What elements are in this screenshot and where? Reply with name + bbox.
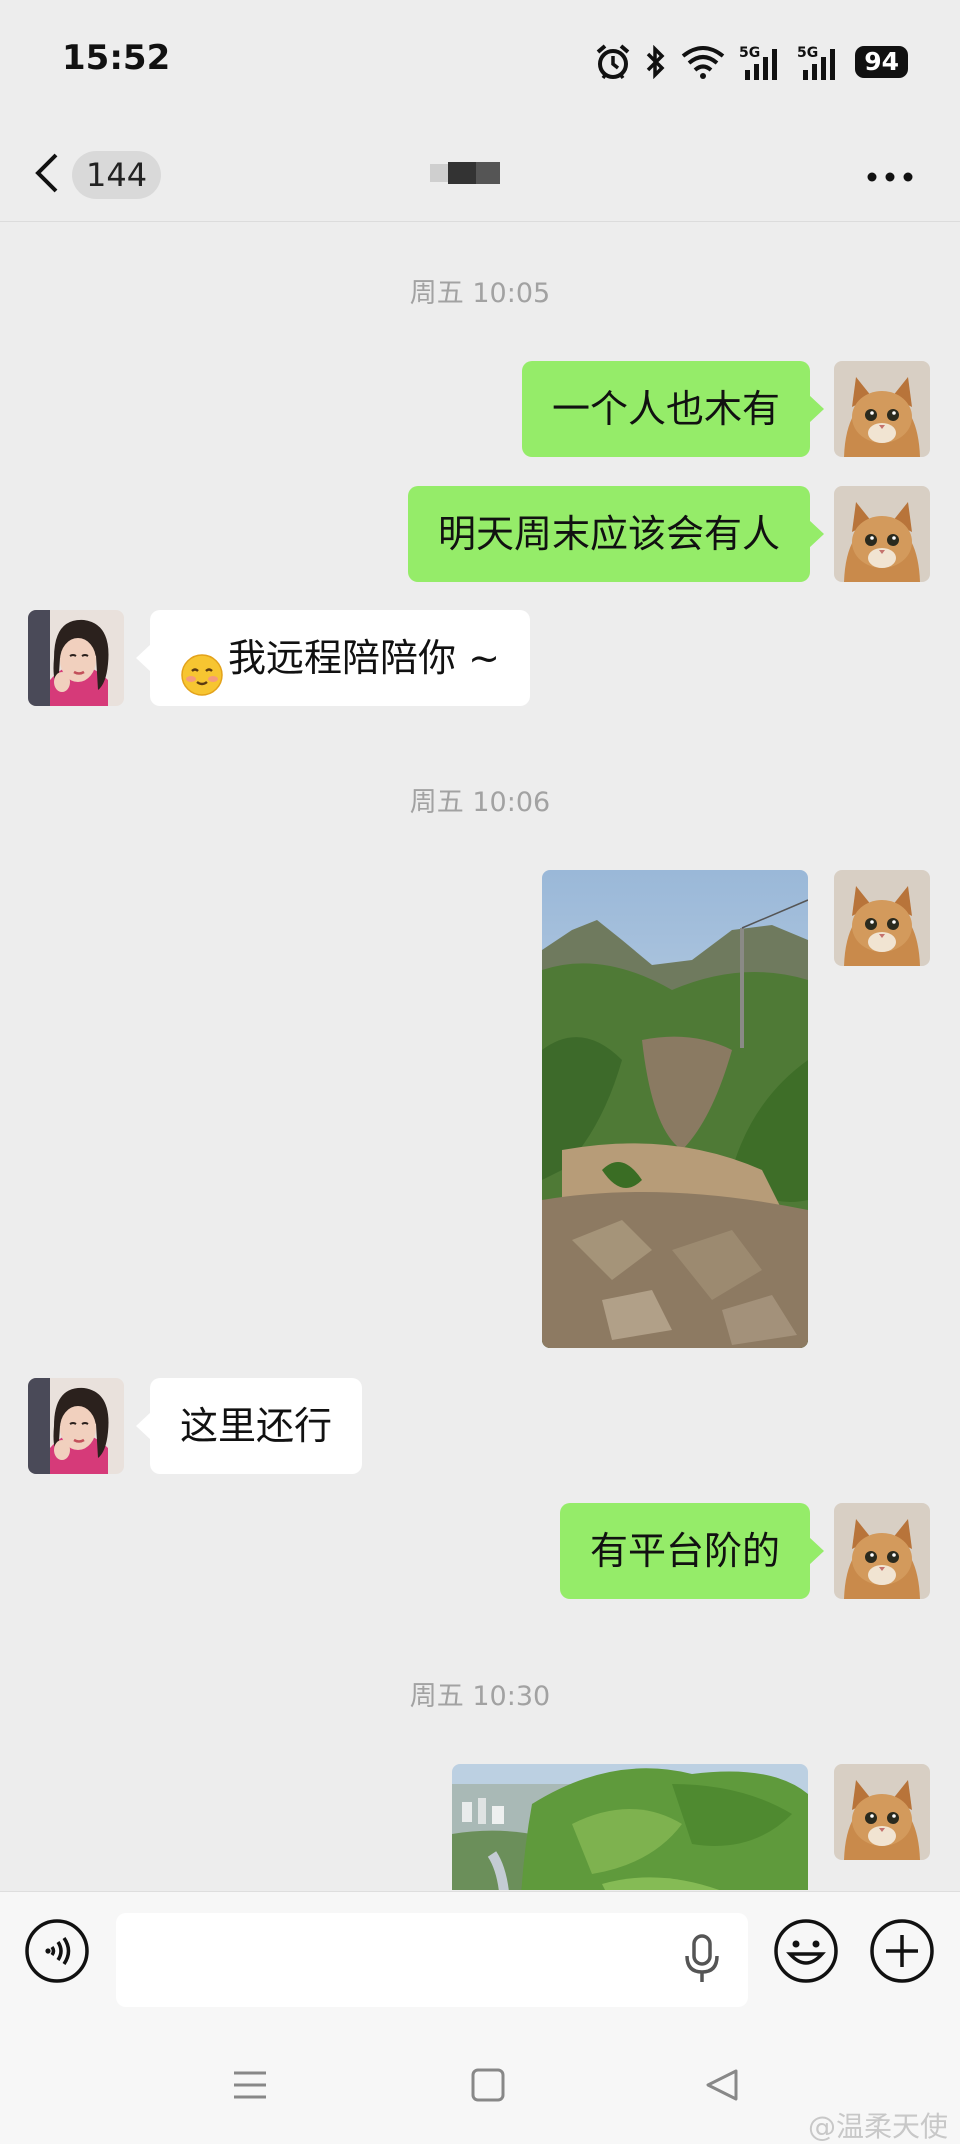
cat-avatar-icon — [834, 1503, 930, 1599]
menu-icon — [232, 2069, 268, 2105]
timestamp: 周五 10:05 — [409, 278, 551, 309]
nav-back-button[interactable] — [700, 2065, 744, 2109]
avatar-me[interactable] — [834, 870, 930, 966]
woman-avatar-icon — [28, 610, 124, 706]
avatar-me[interactable] — [834, 486, 930, 582]
signal-icon: 5G — [797, 44, 841, 80]
chevron-left-icon — [34, 151, 60, 199]
status-time: 15:52 — [62, 38, 171, 78]
cat-avatar-icon — [834, 870, 930, 966]
bluetooth-icon — [645, 45, 667, 79]
message-bubble-them[interactable]: 这里还行 — [135, 1378, 363, 1474]
more-functions-button[interactable] — [869, 1918, 935, 1988]
message-bubble-me[interactable]: 明天周末应该会有人 — [407, 486, 825, 582]
avatar-me[interactable] — [834, 1503, 930, 1599]
voice-mode-button[interactable] — [24, 1918, 90, 1988]
cat-avatar-icon — [834, 486, 930, 582]
network2-label: 5G — [797, 45, 818, 61]
message-bubble-me[interactable]: 有平台阶的 — [559, 1503, 825, 1599]
message-bubble-me[interactable]: 一个人也木有 — [521, 361, 825, 457]
timestamp: 周五 10:06 — [409, 787, 551, 818]
emoji-button[interactable] — [773, 1918, 839, 1988]
blushing-smile-emoji-icon — [180, 636, 224, 696]
voice-wave-icon — [24, 1918, 90, 1988]
back-triangle-icon — [704, 2067, 740, 2107]
message-bubble-them[interactable]: 我远程陪陪你 ~ — [136, 610, 530, 706]
chat-header: 144 — [0, 130, 960, 222]
home-square-icon — [470, 2067, 506, 2107]
avatar-contact[interactable] — [28, 610, 124, 706]
image-message-mountain-trail[interactable] — [542, 870, 808, 1348]
smiley-icon — [773, 1918, 839, 1988]
network1-label: 5G — [739, 45, 760, 61]
signal-icon: 5G — [739, 44, 783, 80]
watermark: @温柔天使 — [807, 2110, 948, 2143]
plus-icon — [869, 1918, 935, 1988]
battery-icon: 94 — [855, 46, 908, 78]
image-message-mountain-view[interactable] — [452, 1764, 808, 1890]
status-bar: 15:52 5G 5G 94 — [0, 0, 960, 120]
system-navigation-bar: @温柔天使 — [0, 2027, 960, 2144]
avatar-me[interactable] — [834, 361, 930, 457]
microphone-icon — [682, 1934, 722, 1988]
wifi-icon — [681, 45, 725, 79]
nav-menu-button[interactable] — [228, 2065, 272, 2109]
chat-title-redacted — [430, 158, 510, 188]
more-icon — [866, 167, 914, 186]
message-text: 我远程陪陪你 ~ — [228, 636, 500, 680]
microphone-button[interactable] — [682, 1934, 732, 1988]
cat-avatar-icon — [834, 361, 930, 457]
chat-message-list[interactable]: 周五 10:05 一个人也木有 明天周末应该会有人 我远程陪陪你 ~ 周五 10… — [0, 223, 960, 1890]
alarm-icon — [595, 43, 631, 81]
timestamp: 周五 10:30 — [409, 1681, 551, 1712]
unread-count-badge: 144 — [72, 151, 162, 199]
nav-home-button[interactable] — [466, 2065, 510, 2109]
input-bar — [0, 1891, 960, 2027]
avatar-contact[interactable] — [28, 1378, 124, 1474]
more-options-button[interactable] — [860, 154, 920, 198]
avatar-me[interactable] — [834, 1764, 930, 1860]
cat-avatar-icon — [834, 1764, 930, 1860]
message-input[interactable] — [116, 1913, 748, 2007]
woman-avatar-icon — [28, 1378, 124, 1474]
back-button[interactable]: 144 — [34, 142, 174, 208]
status-icons: 5G 5G 94 — [595, 40, 908, 84]
